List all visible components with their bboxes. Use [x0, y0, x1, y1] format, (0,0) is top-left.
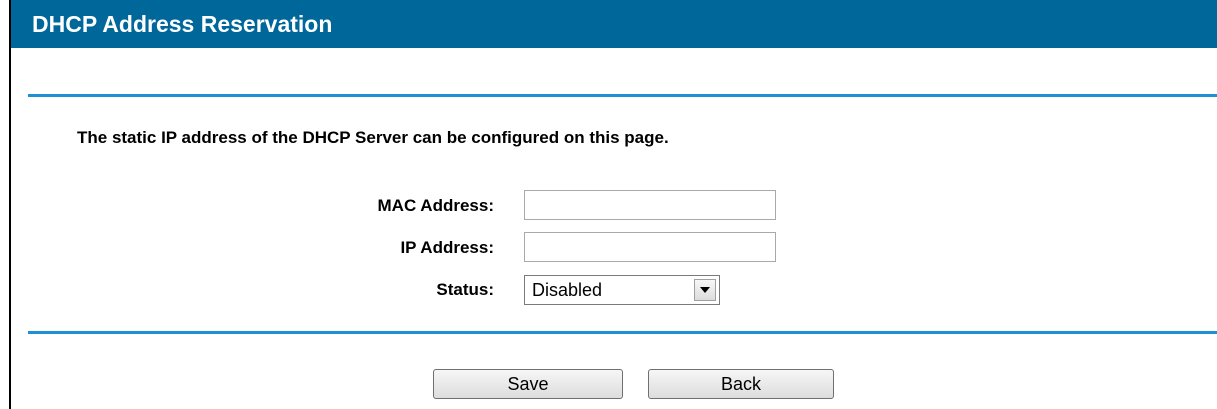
- page-title: DHCP Address Reservation: [32, 10, 333, 37]
- save-button[interactable]: Save: [433, 369, 623, 399]
- left-border: [9, 0, 11, 409]
- status-select-value: Disabled: [532, 279, 603, 300]
- divider-top: [28, 94, 1217, 97]
- page-frame: DHCP Address Reservation The static IP a…: [0, 0, 1217, 409]
- mac-address-input[interactable]: [524, 190, 776, 220]
- back-button[interactable]: Back: [648, 369, 834, 399]
- status-label: Status:: [436, 280, 494, 299]
- mac-address-label: MAC Address:: [377, 196, 495, 215]
- ip-address-input[interactable]: [524, 232, 776, 262]
- status-select[interactable]: Disabled: [524, 275, 720, 305]
- title-bar: DHCP Address Reservation: [11, 0, 1217, 48]
- ip-address-label: IP Address:: [400, 238, 494, 257]
- dropdown-arrow-icon[interactable]: [694, 279, 716, 301]
- page-description: The static IP address of the DHCP Server…: [77, 128, 669, 147]
- divider-bottom: [28, 331, 1217, 334]
